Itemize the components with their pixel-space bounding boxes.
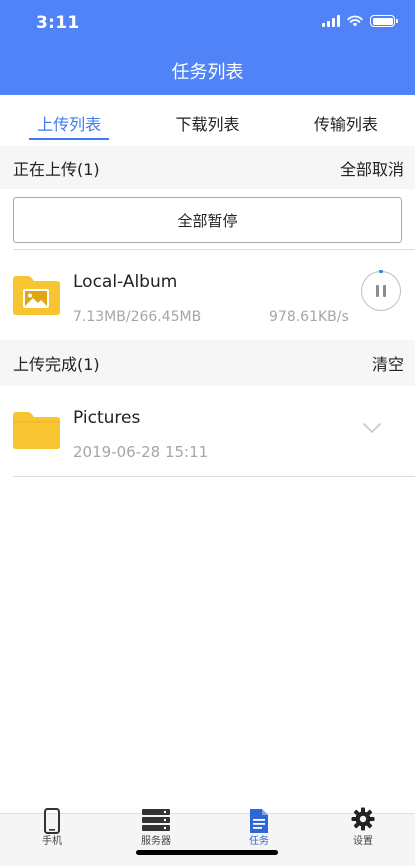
upload-progress-indicator <box>379 270 383 273</box>
pause-icon <box>376 285 386 297</box>
screen: 3:11 任务列表 上传列表 下载列表 传输列表 正在上传(1) 全部取消 全部… <box>0 0 415 866</box>
battery-icon <box>370 15 398 27</box>
pause-upload-button[interactable] <box>361 271 401 311</box>
page-title: 任务列表 <box>171 62 244 83</box>
uploading-section-title: 正在上传(1) <box>13 159 100 179</box>
tabbar-item-server[interactable]: 服务器 <box>136 809 176 850</box>
upload-item-speed: 978.61KB/s <box>269 309 349 325</box>
upload-item-row[interactable] <box>0 250 415 340</box>
cellular-signal-icon <box>322 15 340 27</box>
divider <box>13 476 415 477</box>
server-icon <box>142 809 170 831</box>
wifi-icon <box>347 15 363 27</box>
cancel-all-button[interactable]: 全部取消 <box>340 156 404 180</box>
status-time: 3:11 <box>36 13 80 33</box>
app-header: 3:11 任务列表 <box>0 0 415 95</box>
clear-button[interactable]: 清空 <box>372 351 404 375</box>
tabbar-item-tasks[interactable]: 任务 <box>239 809 279 850</box>
document-icon <box>250 809 268 833</box>
tabbar-label-server: 服务器 <box>141 836 171 847</box>
tabbar-label-phone: 手机 <box>42 836 62 847</box>
phone-icon <box>44 808 60 834</box>
pause-all-button[interactable]: 全部暂停 <box>13 197 402 243</box>
tab-download-list[interactable]: 下载列表 <box>138 95 276 146</box>
folder-icon <box>13 412 60 449</box>
completed-section-title: 上传完成(1) <box>13 355 100 374</box>
tabbar-item-settings[interactable]: 设置 <box>343 807 383 850</box>
bottom-tab-bar: 手机 服务器 任务 设置 <box>0 807 415 866</box>
tabbar-item-phone[interactable]: 手机 <box>32 808 72 850</box>
home-indicator[interactable] <box>136 850 278 855</box>
upload-item-size: 7.13MB/266.45MB <box>73 309 202 325</box>
photo-folder-icon <box>13 276 60 315</box>
completed-item-name: Pictures <box>73 408 141 428</box>
tabbar-label-tasks: 任务 <box>249 836 269 847</box>
uploading-section-header: 正在上传(1) 全部取消 <box>0 146 415 189</box>
status-icons <box>322 15 398 27</box>
tabbar-label-settings: 设置 <box>353 836 373 847</box>
tab-upload-list[interactable]: 上传列表 <box>0 95 138 146</box>
gear-icon <box>351 807 375 831</box>
chevron-down-icon[interactable] <box>362 421 382 435</box>
completed-section-header: 上传完成(1) 清空 <box>0 340 415 386</box>
status-bar: 3:11 <box>0 0 415 44</box>
tab-transfer-list[interactable]: 传输列表 <box>277 95 415 146</box>
tab-bar: 上传列表 下载列表 传输列表 <box>0 95 415 146</box>
upload-item-name: Local-Album <box>73 272 178 292</box>
completed-item-row[interactable] <box>0 386 415 476</box>
completed-item-date: 2019-06-28 15:11 <box>73 443 209 461</box>
